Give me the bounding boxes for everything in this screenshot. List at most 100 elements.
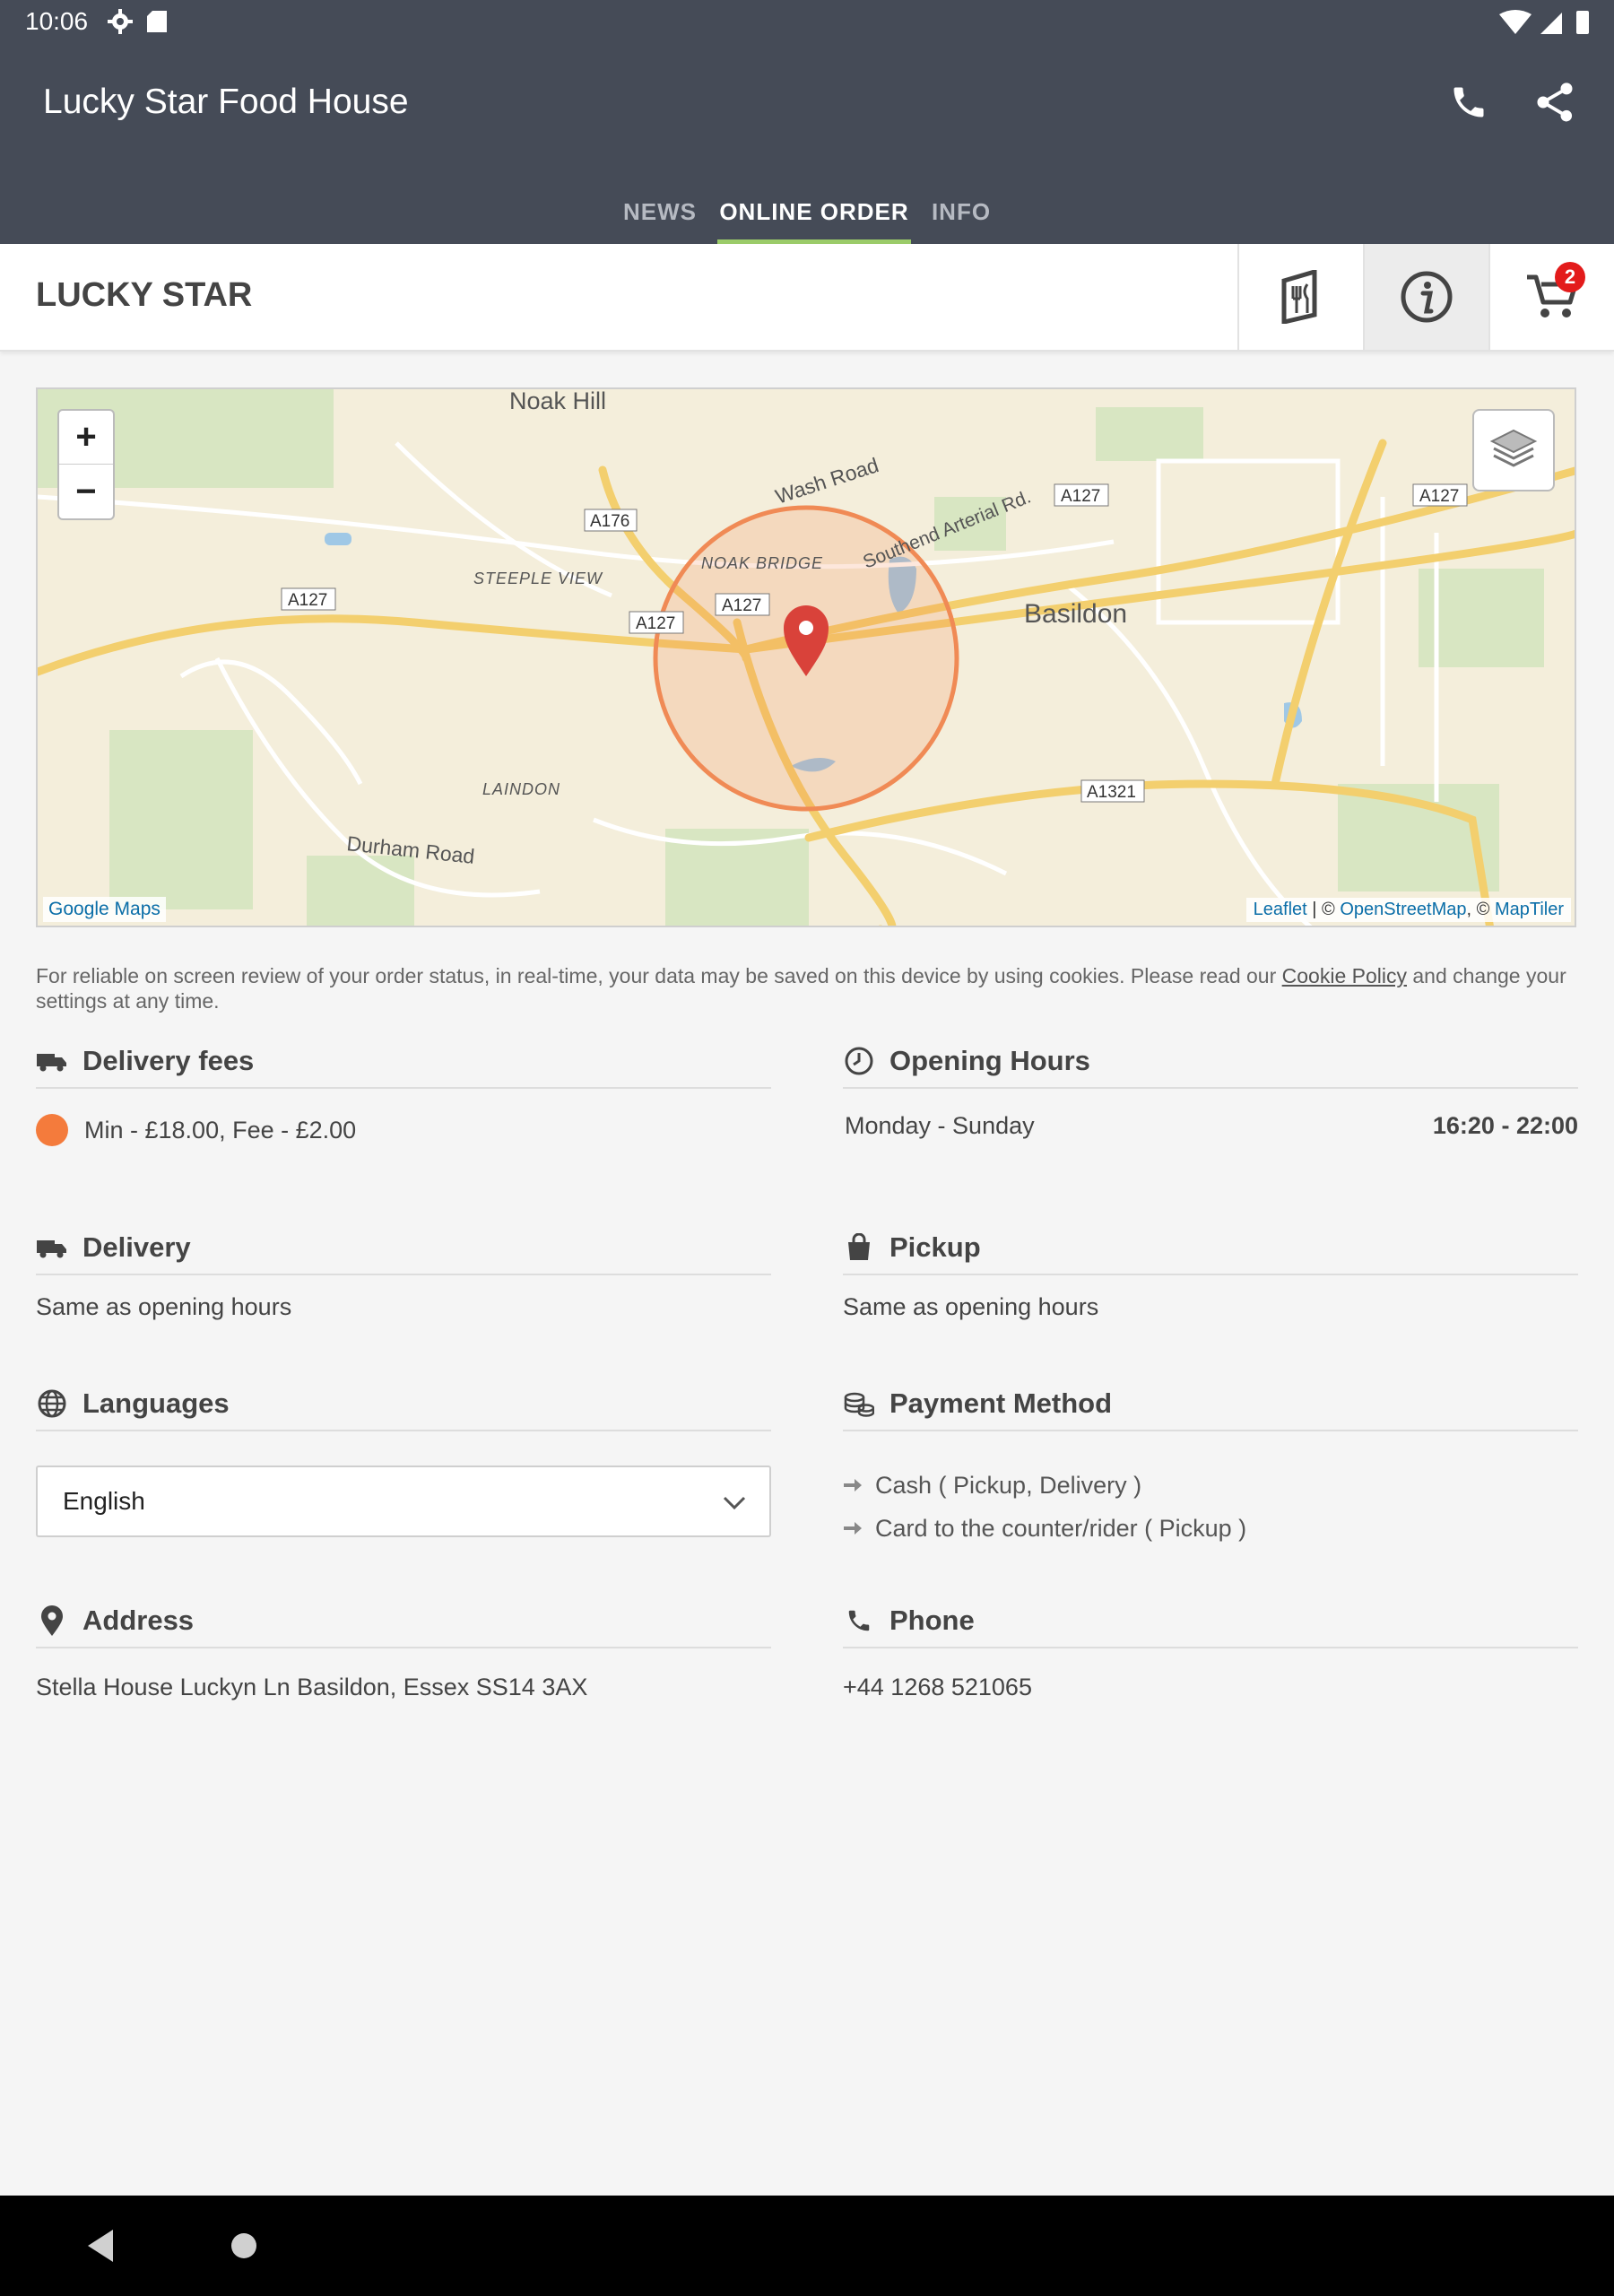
address-title: Address xyxy=(82,1605,195,1636)
location-map[interactable]: A176 A127 A127 A127 A127 A127 A1321 Noak… xyxy=(36,387,1576,927)
layers-button[interactable] xyxy=(1472,409,1555,491)
map-label-noak-hill: Noak Hill xyxy=(509,389,606,414)
payment-method-cash: Cash ( Pickup, Delivery ) xyxy=(875,1471,1142,1499)
map-pin-icon xyxy=(41,1605,63,1636)
system-nav-bar xyxy=(0,2196,1614,2296)
pickup-section: Pickup Same as opening hours xyxy=(843,1222,1578,1347)
map-tiles: A176 A127 A127 A127 A127 A127 A1321 Noak… xyxy=(38,389,1575,926)
fee-entry: Min - £18.00, Fee - £2.00 xyxy=(84,1116,357,1144)
status-time: 10:06 xyxy=(25,7,89,35)
phone-section: Phone +44 1268 521065 xyxy=(843,1595,1578,1720)
payment-method-section: Payment Method Cash ( Pickup, Delivery )… xyxy=(843,1378,1578,1557)
info-icon xyxy=(1401,271,1453,323)
zoom-in-button[interactable]: + xyxy=(59,411,113,465)
zoom-control: + − xyxy=(57,409,115,520)
map-label-a176: A176 xyxy=(590,512,629,531)
cookie-notice: For reliable on screen review of your or… xyxy=(36,963,1578,1013)
leaflet-link[interactable]: Leaflet xyxy=(1254,900,1307,919)
payment-method-item: Cash ( Pickup, Delivery ) xyxy=(843,1464,1246,1507)
map-label-laindon: LAINDON xyxy=(482,780,560,798)
languages-title: Languages xyxy=(82,1387,230,1419)
pickup-hours-text: Same as opening hours xyxy=(843,1293,1099,1320)
delivery-section: Delivery Same as opening hours xyxy=(36,1222,771,1347)
app-title: Lucky Star Food House xyxy=(43,83,409,121)
payment-methods-list: Cash ( Pickup, Delivery ) Card to the co… xyxy=(843,1464,1246,1550)
phone-title: Phone xyxy=(889,1605,975,1636)
menu-book-icon xyxy=(1281,270,1317,324)
delivery-truck-icon xyxy=(37,1240,66,1258)
map-attribution: Leaflet | © OpenStreetMap, © MapTiler xyxy=(1245,898,1571,922)
coins-icon xyxy=(844,1392,874,1417)
status-right-icons xyxy=(1497,9,1596,40)
map-label-a127-center: A127 xyxy=(636,614,675,633)
battery-icon xyxy=(1576,11,1589,34)
delivery-fees-section: Delivery fees Min - £18.00, Fee - £2.00 xyxy=(36,1035,771,1196)
delivery-title: Delivery xyxy=(82,1231,191,1263)
opening-time: 16:20 - 22:00 xyxy=(1432,1112,1578,1139)
payment-method-title: Payment Method xyxy=(889,1387,1113,1419)
arrow-right-icon xyxy=(844,1479,862,1492)
languages-section: Languages English xyxy=(36,1378,771,1557)
delivery-hours-text: Same as opening hours xyxy=(36,1293,292,1320)
tab-online-order[interactable]: ONLINE ORDER xyxy=(717,179,911,244)
openstreetmap-link[interactable]: OpenStreetMap xyxy=(1340,900,1466,919)
cookie-policy-link[interactable]: Cookie Policy xyxy=(1282,964,1407,987)
info-button[interactable] xyxy=(1363,244,1488,350)
opening-hours-title: Opening Hours xyxy=(889,1045,1090,1076)
sd-card-icon xyxy=(147,11,167,32)
restaurant-header: LUCKY STAR 2 xyxy=(0,244,1614,352)
menu-button[interactable] xyxy=(1237,244,1363,350)
attribution-separator-1: | © xyxy=(1306,900,1341,919)
map-label-steeple-view: STEEPLE VIEW xyxy=(473,570,603,587)
cart-button[interactable]: 2 xyxy=(1488,244,1614,350)
cookie-text-before: For reliable on screen review of your or… xyxy=(36,964,1282,987)
settings-icon xyxy=(108,9,133,34)
chevron-down-icon xyxy=(723,1496,746,1510)
restaurant-name: LUCKY STAR xyxy=(36,276,253,314)
delivery-fees-title: Delivery fees xyxy=(82,1045,255,1076)
delivery-truck-icon xyxy=(37,1054,66,1072)
map-label-a127-east: A127 xyxy=(1061,487,1100,506)
fee-zone-dot xyxy=(36,1114,68,1146)
phone-icon xyxy=(1453,87,1484,117)
arrow-right-icon xyxy=(844,1522,862,1535)
share-icon xyxy=(1537,83,1573,122)
tab-info[interactable]: INFO xyxy=(920,179,1002,244)
opening-hours-section: Opening Hours Monday - Sunday 16:20 - 22… xyxy=(843,1035,1578,1196)
back-icon[interactable] xyxy=(84,2228,117,2264)
map-label-basildon: Basildon xyxy=(1024,599,1127,629)
payment-method-card: Card to the counter/rider ( Pickup ) xyxy=(875,1514,1247,1542)
google-maps-link[interactable]: Google Maps xyxy=(43,897,166,922)
pickup-title: Pickup xyxy=(889,1231,981,1263)
layers-icon xyxy=(1489,429,1538,467)
map-label-a1321: A1321 xyxy=(1087,783,1136,802)
map-label-noak-bridge: NOAK BRIDGE xyxy=(701,554,823,572)
status-left-icons xyxy=(106,7,178,42)
map-label-a127-noak: A127 xyxy=(722,596,761,615)
opening-days: Monday - Sunday xyxy=(845,1112,1035,1139)
phone-number[interactable]: +44 1268 521065 xyxy=(843,1674,1032,1701)
address-text: Stella House Luckyn Ln Basildon, Essex S… xyxy=(36,1674,588,1700)
phone-icon xyxy=(848,1610,870,1631)
globe-icon xyxy=(38,1389,66,1418)
language-select[interactable]: English xyxy=(36,1465,771,1537)
zoom-out-button[interactable]: − xyxy=(59,465,113,518)
payment-method-item: Card to the counter/rider ( Pickup ) xyxy=(843,1507,1246,1550)
address-section: Address Stella House Luckyn Ln Basildon,… xyxy=(36,1595,771,1720)
language-selected-value: English xyxy=(63,1487,145,1515)
tab-news[interactable]: NEWS xyxy=(610,179,710,244)
shopping-bag-icon xyxy=(848,1233,870,1260)
app-bar: Lucky Star Food House NEWS ONLINE ORDER … xyxy=(0,45,1614,244)
map-label-a127-west: A127 xyxy=(288,591,327,610)
cart-count-badge: 2 xyxy=(1555,262,1585,292)
attribution-separator-2: , © xyxy=(1466,900,1495,919)
tab-bar: NEWS ONLINE ORDER INFO xyxy=(0,179,1614,244)
map-label-a127-far-east: A127 xyxy=(1419,487,1459,506)
signal-icon xyxy=(1540,13,1562,34)
call-button[interactable] xyxy=(1442,75,1496,129)
share-button[interactable] xyxy=(1528,75,1582,129)
maptiler-link[interactable]: MapTiler xyxy=(1495,900,1564,919)
wifi-icon xyxy=(1499,10,1532,34)
home-button[interactable] xyxy=(231,2233,256,2258)
clock-icon xyxy=(845,1047,873,1075)
